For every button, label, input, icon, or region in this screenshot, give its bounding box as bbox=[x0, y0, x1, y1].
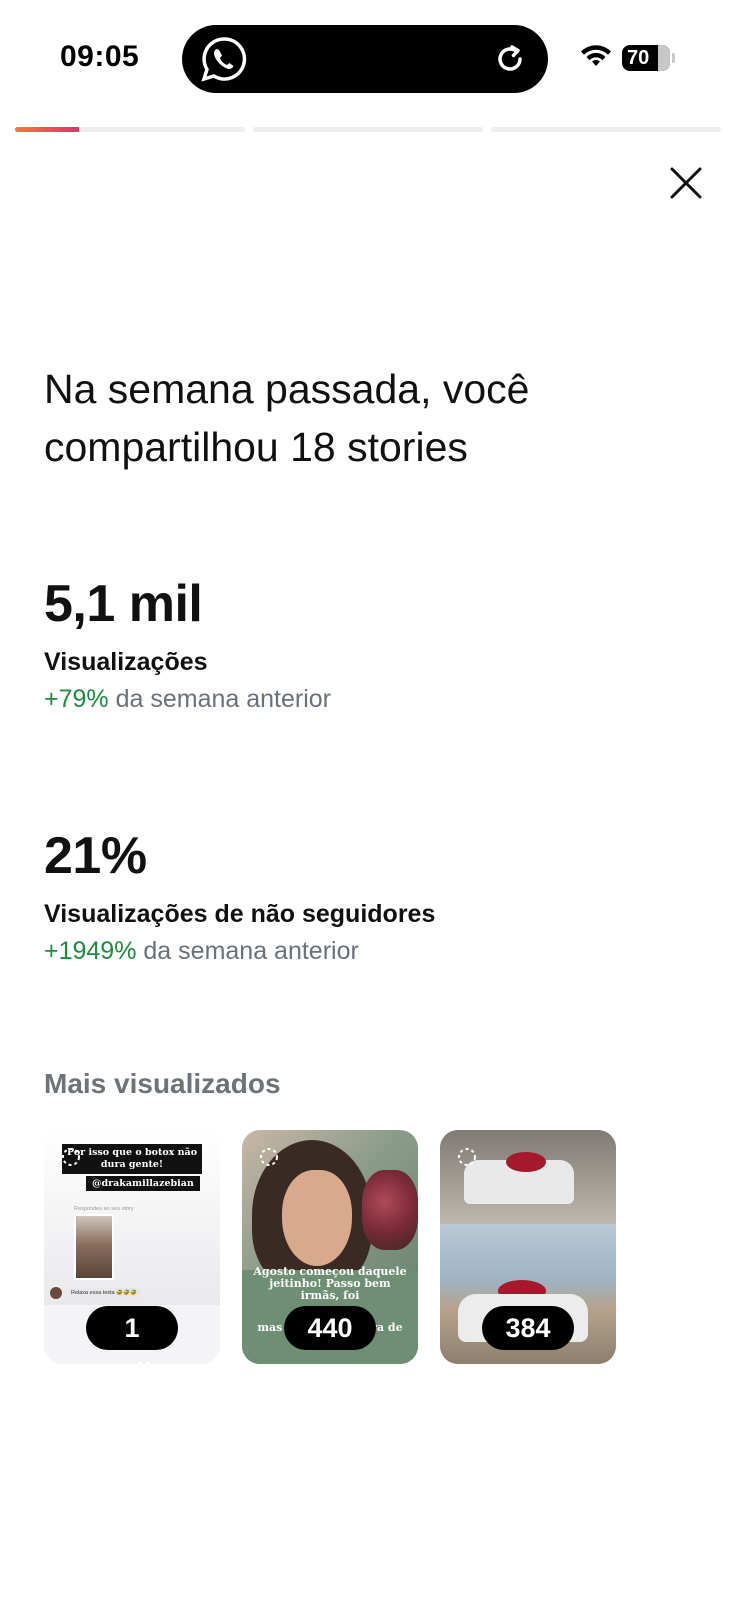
non-follower-change-suffix: da semana anterior bbox=[143, 937, 359, 965]
story-view-count: 384 bbox=[482, 1306, 574, 1350]
battery-level: 70 bbox=[627, 47, 650, 69]
non-follower-views-label: Visualizações de não seguidores bbox=[44, 900, 436, 928]
close-icon[interactable] bbox=[664, 161, 708, 205]
battery-tip bbox=[672, 53, 675, 63]
progress-segment-3 bbox=[491, 127, 721, 132]
avatar bbox=[50, 1287, 62, 1299]
dynamic-island[interactable] bbox=[182, 25, 548, 93]
non-follower-views-change: +1949% da semana anterior bbox=[44, 937, 359, 966]
story-photo-face bbox=[282, 1170, 352, 1266]
story-progress bbox=[15, 127, 721, 132]
story-caption: Por isso que o botox não dura gente! bbox=[62, 1144, 202, 1174]
non-follower-views-value: 21% bbox=[44, 827, 147, 885]
most-viewed-list: Por isso que o botox não dura gente! @dr… bbox=[44, 1130, 616, 1364]
wifi-icon bbox=[581, 45, 611, 66]
story-photo bbox=[74, 1214, 114, 1280]
loading-icon bbox=[458, 1148, 476, 1166]
story-view-count: 440 bbox=[284, 1306, 376, 1350]
battery-icon: 70 bbox=[622, 45, 670, 71]
views-change-percent: +79% bbox=[44, 685, 109, 713]
views-label: Visualizações bbox=[44, 648, 208, 676]
story-reply-label: Respondeu ao seu story bbox=[74, 1206, 134, 1212]
story-photo-flowers bbox=[362, 1170, 418, 1250]
story-caption: Agosto começou daquele jeitinho! Passo b… bbox=[253, 1265, 407, 1302]
story-thumbnail-3[interactable]: 384 bbox=[440, 1130, 616, 1364]
views-change: +79% da semana anterior bbox=[44, 685, 331, 714]
story-view-count: 1 mil bbox=[86, 1306, 178, 1364]
story-thumbnail-2[interactable]: Agosto começou daquele jeitinho! Passo b… bbox=[242, 1130, 418, 1364]
loading-icon bbox=[260, 1148, 278, 1166]
story-thumbnail-1[interactable]: Por isso que o botox não dura gente! @dr… bbox=[44, 1130, 220, 1364]
progress-segment-1 bbox=[15, 127, 245, 132]
progress-segment-fill bbox=[15, 127, 80, 132]
headline-line-1: Na semana passada, você bbox=[44, 366, 530, 412]
views-value: 5,1 mil bbox=[44, 575, 203, 633]
headline-line-2: compartilhou 18 stories bbox=[44, 424, 468, 470]
most-viewed-title: Mais visualizados bbox=[44, 1068, 281, 1099]
status-time: 09:05 bbox=[60, 40, 140, 73]
non-follower-change-percent: +1949% bbox=[44, 937, 137, 965]
loading-icon bbox=[62, 1148, 80, 1166]
views-change-suffix: da semana anterior bbox=[115, 685, 331, 713]
whatsapp-icon bbox=[201, 37, 247, 82]
story-message: Relaxa essa testa 🤣🤣🤣 bbox=[50, 1286, 142, 1300]
page-title: Na semana passada, você compartilhou 18 … bbox=[44, 360, 684, 476]
status-bar: 09:05 70 bbox=[0, 0, 736, 118]
progress-segment-2 bbox=[253, 127, 483, 132]
refresh-icon bbox=[498, 45, 522, 71]
story-handle: @drakamillazebian bbox=[86, 1176, 200, 1191]
story-photo-bow bbox=[506, 1152, 546, 1172]
story-message-text: Relaxa essa testa 🤣🤣🤣 bbox=[66, 1288, 142, 1298]
